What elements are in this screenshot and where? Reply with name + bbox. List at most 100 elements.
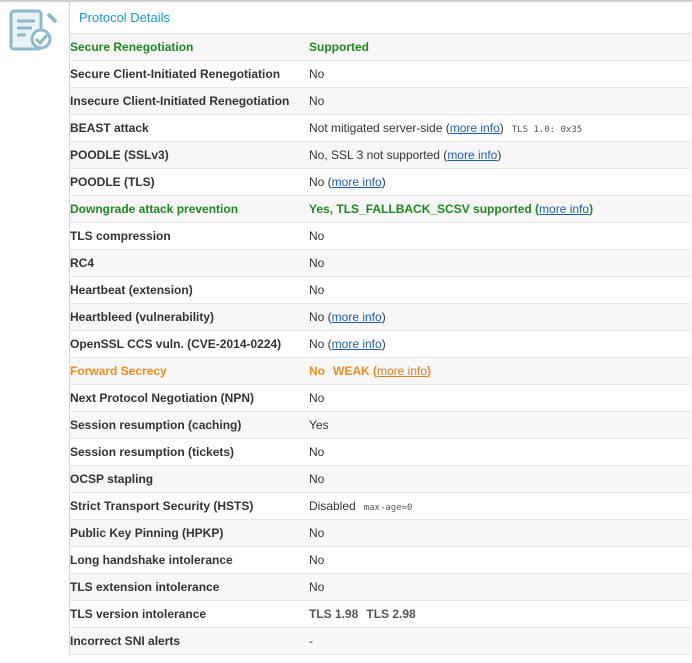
row-value-text: Yes, TLS_FALLBACK_SCSV supported ( — [309, 202, 540, 216]
row-value-text: No — [309, 256, 325, 270]
row-value-text: No, SSL 3 not supported ( — [309, 148, 448, 162]
row-value: Disabled max-age=0 — [309, 492, 691, 520]
row-value: - — [309, 627, 691, 655]
panel-header: Protocol Details — [70, 2, 691, 34]
row-value-text: No — [309, 364, 325, 378]
protocol-details-panel: Protocol Details Secure Renegotiation Su… — [69, 2, 691, 655]
row-value: No WEAK (more info) — [309, 357, 691, 385]
table-row: Heartbeat (extension) No — [70, 276, 691, 304]
row-label: POODLE (SSLv3) — [70, 141, 309, 169]
row-label: Secure Renegotiation — [70, 34, 309, 61]
row-value: No — [309, 60, 691, 88]
row-value-text: No — [309, 391, 325, 405]
more-info-link[interactable]: more info — [332, 310, 382, 324]
table-row: OpenSSL CCS vuln. (CVE-2014-0224) No (mo… — [70, 330, 691, 358]
table-row: POODLE (TLS) No (more info) — [70, 168, 691, 196]
table-row: BEAST attack Not mitigated server-side (… — [70, 114, 691, 142]
section-title: Protocol Details — [79, 10, 171, 25]
row-label: TLS compression — [70, 222, 309, 250]
more-info-link[interactable]: more info — [332, 337, 382, 351]
row-value-close: ) — [427, 364, 432, 378]
row-value-text: Not mitigated server-side ( — [309, 121, 450, 135]
row-value: No (more info) — [309, 330, 691, 358]
table-row: Session resumption (tickets) No — [70, 438, 691, 466]
row-value: Supported — [309, 34, 691, 61]
row-label: Incorrect SNI alerts — [70, 627, 309, 655]
row-value: Not mitigated server-side (more info) TLS… — [309, 114, 691, 142]
row-value-text: Yes — [309, 418, 329, 432]
max-age-note: max-age=0 — [363, 503, 413, 513]
row-label: RC4 — [70, 249, 309, 277]
row-value-close: ) — [499, 121, 504, 135]
table-row: Forward Secrecy No WEAK (more info) — [70, 357, 691, 385]
table-row: Secure Renegotiation Supported — [70, 34, 691, 61]
weak-badge: WEAK ( — [333, 364, 377, 378]
more-info-link[interactable]: more info — [332, 175, 382, 189]
row-value: TLS 1.98 TLS 2.98 — [309, 600, 691, 628]
row-value-close: ) — [381, 337, 386, 351]
more-info-link[interactable]: more info — [447, 148, 497, 162]
row-value: No — [309, 573, 691, 601]
row-value-text: No — [309, 283, 325, 297]
table-row: Downgrade attack prevention Yes, TLS_FAL… — [70, 195, 691, 223]
row-value-close: ) — [589, 202, 594, 216]
row-label: Secure Client-Initiated Renegotiation — [70, 60, 309, 88]
row-value-text: No — [309, 67, 325, 81]
table-row: Strict Transport Security (HSTS) Disable… — [70, 492, 691, 520]
table-row: Session resumption (caching) Yes — [70, 411, 691, 439]
row-value-text: No — [309, 94, 325, 108]
row-value: No (more info) — [309, 303, 691, 331]
row-value-text: No — [309, 472, 325, 486]
row-label: Downgrade attack prevention — [70, 195, 309, 223]
row-value: No — [309, 384, 691, 412]
row-label: Next Protocol Negotiation (NPN) — [70, 384, 309, 412]
row-label: Long handshake intolerance — [70, 546, 309, 574]
row-value-text: No ( — [309, 175, 332, 189]
row-value: No — [309, 222, 691, 250]
more-info-link[interactable]: more info — [450, 121, 500, 135]
row-label: TLS extension intolerance — [70, 573, 309, 601]
table-row: Public Key Pinning (HPKP) No — [70, 519, 691, 547]
row-value: No — [309, 465, 691, 493]
row-value-text: No ( — [309, 337, 332, 351]
table-row: Heartbleed (vulnerability) No (more info… — [70, 303, 691, 331]
row-value-close: ) — [497, 148, 502, 162]
more-info-link[interactable]: more info — [377, 364, 427, 378]
row-value-text: No — [309, 229, 325, 243]
row-value-text: - — [309, 634, 313, 648]
row-label: TLS version intolerance — [70, 600, 309, 628]
row-value-text: Supported — [309, 40, 369, 54]
row-label: Insecure Client-Initiated Renegotiation — [70, 87, 309, 115]
row-label: Session resumption (tickets) — [70, 438, 309, 466]
row-label: BEAST attack — [70, 114, 309, 142]
row-value-close: ) — [381, 310, 386, 324]
row-label: Public Key Pinning (HPKP) — [70, 519, 309, 547]
row-value-text: No ( — [309, 310, 332, 324]
table-row: RC4 No — [70, 249, 691, 277]
table-row: OCSP stapling No — [70, 465, 691, 493]
table-row: Incorrect SNI alerts - — [70, 627, 691, 655]
row-value-close: ) — [381, 175, 386, 189]
table-row: TLS version intolerance TLS 1.98 TLS 2.98 — [70, 600, 691, 628]
more-info-link[interactable]: more info — [539, 202, 589, 216]
table-row: Long handshake intolerance No — [70, 546, 691, 574]
row-value-text: No — [309, 553, 325, 567]
table-row: Secure Client-Initiated Renegotiation No — [70, 60, 691, 88]
row-label: Forward Secrecy — [70, 357, 309, 385]
row-value-text: No — [309, 445, 325, 459]
row-value-text: TLS 1.98 — [309, 607, 359, 621]
row-value-text-2: TLS 2.98 — [366, 607, 416, 621]
row-label: OpenSSL CCS vuln. (CVE-2014-0224) — [70, 330, 309, 358]
row-value: No — [309, 438, 691, 466]
row-value: No — [309, 519, 691, 547]
row-value-text: No — [309, 526, 325, 540]
row-label: Heartbeat (extension) — [70, 276, 309, 304]
table-row: TLS extension intolerance No — [70, 573, 691, 601]
row-value: No — [309, 249, 691, 277]
row-value: No (more info) — [309, 168, 691, 196]
row-label: OCSP stapling — [70, 465, 309, 493]
row-value: No — [309, 87, 691, 115]
row-value: Yes, TLS_FALLBACK_SCSV supported (more i… — [309, 195, 691, 223]
row-value-text: No — [309, 580, 325, 594]
row-value: No — [309, 276, 691, 304]
